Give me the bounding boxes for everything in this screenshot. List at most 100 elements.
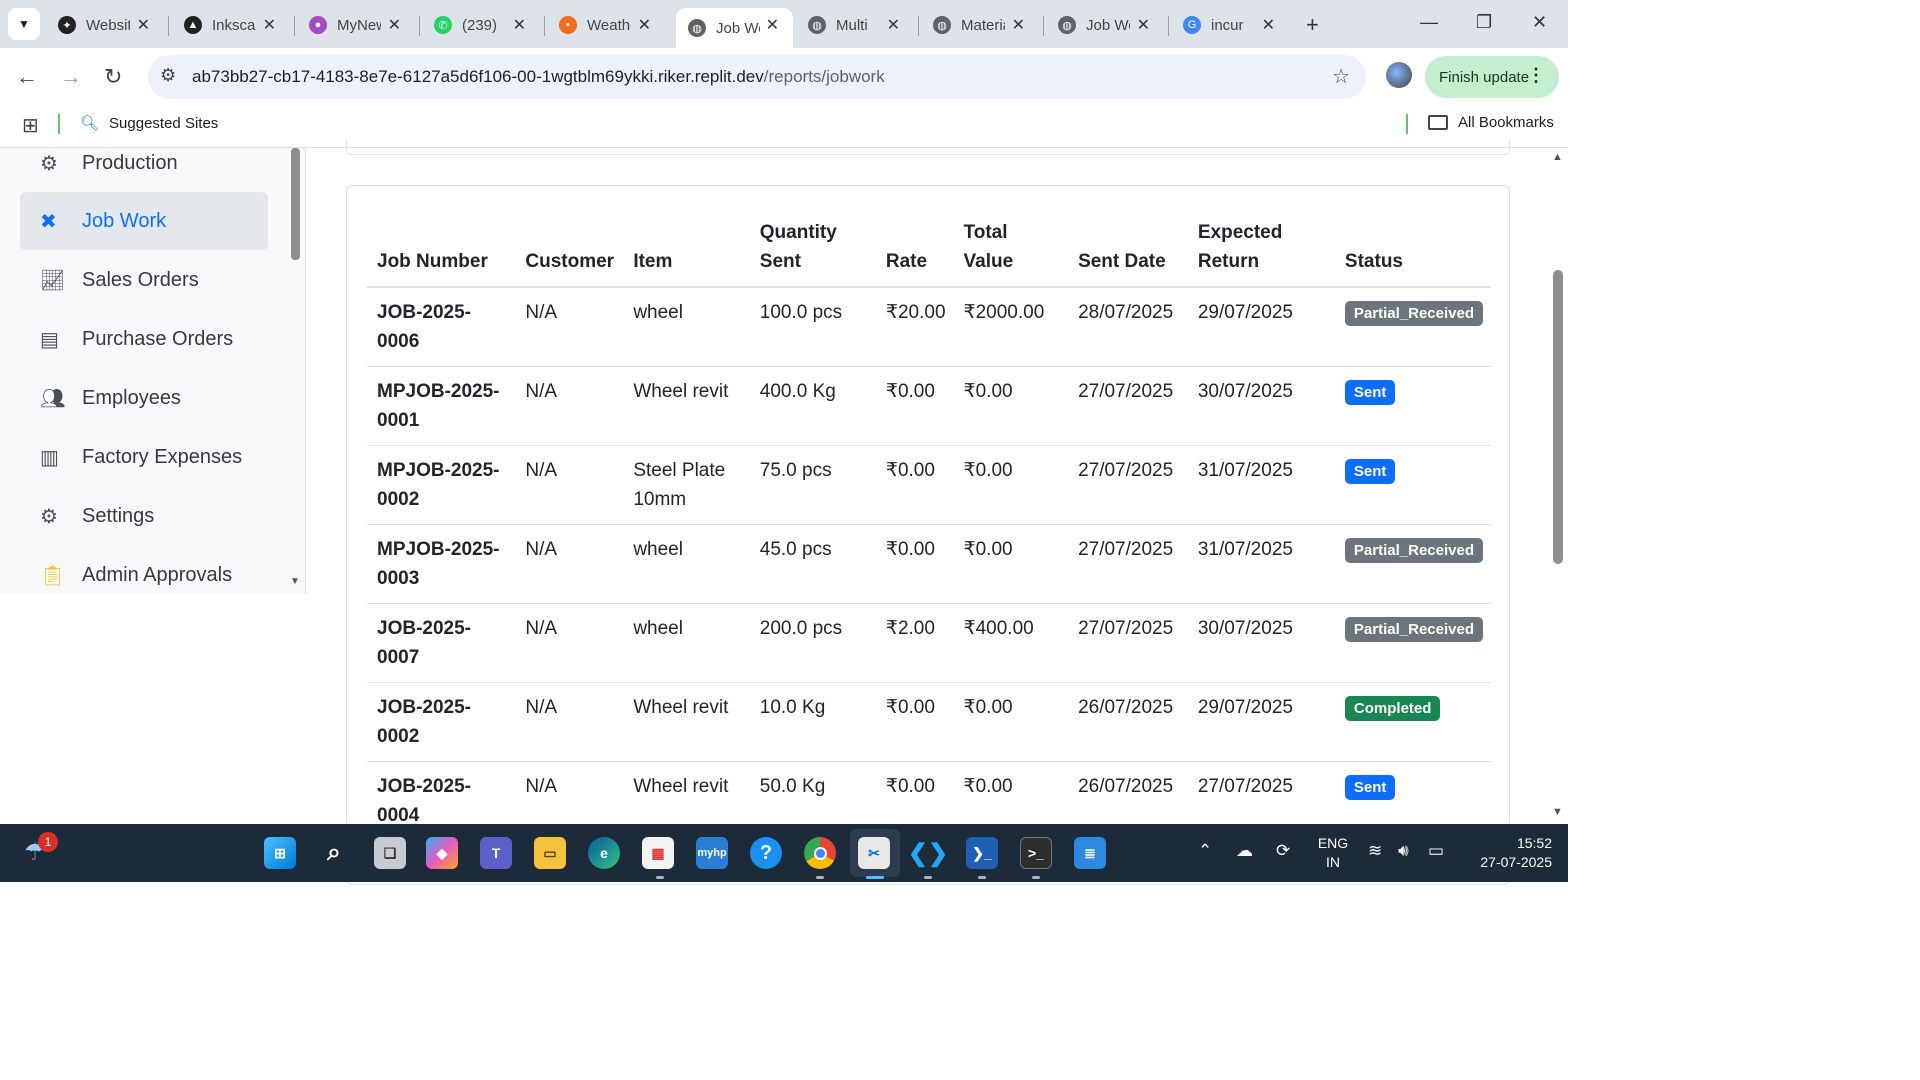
close-tab-icon[interactable]: ✕: [137, 15, 150, 35]
sidebar-item-job-work[interactable]: ✖ Job Work: [20, 192, 268, 250]
google-icon: G: [1183, 16, 1201, 34]
close-tab-icon[interactable]: ✕: [1137, 15, 1150, 35]
browser-tab[interactable]: ◍ Multi ✕: [796, 8, 914, 42]
browser-tab[interactable]: ▲ Inkscape ✕: [172, 8, 290, 42]
copilot-icon[interactable]: ◆: [426, 837, 458, 869]
back-arrow-icon[interactable]: ←: [16, 64, 38, 90]
browser-tab[interactable]: ✆ (239) ✕: [422, 8, 540, 42]
browser-tab[interactable]: ◍ Job Work ✕: [676, 8, 793, 48]
browser-tab[interactable]: ◍ Job Work ✕: [1046, 8, 1164, 42]
sidebar-item-purchase-orders[interactable]: ▤ Purchase Orders: [20, 310, 268, 368]
snipping-tool-icon[interactable]: ✂: [858, 837, 890, 869]
browser-tab[interactable]: Gincur ✕: [1171, 8, 1289, 42]
globe-icon: ◍: [808, 16, 826, 34]
sync-icon[interactable]: ⟳: [1276, 841, 1290, 861]
close-window-icon[interactable]: ✕: [1532, 12, 1547, 33]
close-tab-icon[interactable]: ✕: [766, 15, 779, 35]
sidebar-scroll-thumb[interactable]: [291, 148, 300, 260]
forward-arrow-icon[interactable]: →: [60, 64, 82, 90]
volume-icon[interactable]: 🔊︎: [1398, 841, 1409, 861]
sidebar-item-production[interactable]: ⚙ Production: [20, 148, 268, 192]
language-indicator[interactable]: ENG IN: [1314, 834, 1352, 872]
clock[interactable]: 15:52 27-07-2025: [1462, 834, 1552, 872]
chrome-icon[interactable]: [804, 837, 836, 869]
notepad-icon[interactable]: ≣: [1074, 837, 1106, 869]
restore-icon[interactable]: ❐: [1476, 12, 1492, 33]
suggested-sites-bookmark[interactable]: 🔍︎ Suggested Sites: [80, 114, 218, 133]
sent-date-cell: 27/07/2025: [1068, 603, 1188, 683]
sidebar-item-factory-expenses[interactable]: ▥ Factory Expenses: [20, 428, 268, 486]
new-tab-plus-icon[interactable]: +: [1306, 12, 1319, 38]
page-scroll-thumb[interactable]: [1553, 270, 1563, 564]
wifi-icon[interactable]: ≋: [1368, 841, 1382, 861]
table-header-row: Job Number Customer Item Quantity Sent R…: [367, 212, 1491, 288]
apps-grid-icon[interactable]: ⊞: [22, 113, 39, 138]
tab-separator: [168, 16, 169, 36]
item-cell: Wheel revit: [623, 366, 750, 446]
close-tab-icon[interactable]: ✕: [388, 15, 401, 35]
minimize-icon[interactable]: —: [1420, 12, 1438, 33]
site-info-icon[interactable]: ⚙: [160, 65, 176, 86]
tab-title: Multi: [836, 16, 868, 34]
job-number-cell: MPJOB-2025- 0001: [367, 366, 516, 446]
browser-tab[interactable]: ◍ Material ✕: [921, 8, 1039, 42]
get-help-icon[interactable]: ?: [750, 837, 782, 869]
vscode-icon[interactable]: ❮❯: [908, 837, 948, 869]
table-row: JOB-2025- 0002 N/A Wheel revit 10.0 Kg ₹0.00 ₹…: [367, 682, 1491, 762]
job-number-cell: MPJOB-2025- 0003: [367, 524, 516, 604]
sidebar-item-admin-approvals[interactable]: 📋︎ Admin Approvals: [20, 546, 268, 594]
sidebar-item-sales-orders[interactable]: 📈︎ Sales Orders: [20, 251, 268, 309]
terminal-icon[interactable]: >_: [1020, 837, 1052, 869]
address-bar[interactable]: ⚙ ab73bb27-cb17-4183-8e7e-6127a5d6f106-0…: [148, 55, 1366, 99]
sidebar-item-label: Settings: [82, 504, 155, 527]
tab-search-chevron-icon[interactable]: ▼: [8, 8, 40, 40]
task-view-icon[interactable]: ❑: [374, 837, 406, 869]
sent-date-cell: 26/07/2025: [1068, 682, 1188, 762]
microsoft-store-icon[interactable]: ▦: [642, 837, 674, 869]
edge-icon[interactable]: e: [588, 837, 620, 869]
powershell-icon[interactable]: ❯_: [966, 837, 998, 869]
scroll-up-arrow-icon[interactable]: ▲: [1552, 151, 1563, 163]
item-cell: Wheel revit: [623, 682, 750, 762]
close-tab-icon[interactable]: ✕: [513, 15, 526, 35]
sidebar-item-label: Admin Approvals: [82, 563, 233, 586]
file-invoice-icon: ▤: [40, 328, 59, 351]
search-icon[interactable]: ⌕: [318, 837, 350, 869]
header-total-value: Total Value: [953, 212, 1069, 288]
browser-tab[interactable]: ✦ Website ✕: [46, 8, 164, 42]
close-tab-icon[interactable]: ✕: [1012, 15, 1025, 35]
onedrive-cloud-icon[interactable]: ☁: [1236, 841, 1253, 861]
rate-cell: ₹20.00: [875, 287, 954, 367]
app-active-indicator: [866, 876, 884, 879]
reload-icon[interactable]: ↻: [104, 64, 122, 90]
scroll-down-arrow-icon[interactable]: ▼: [1552, 806, 1563, 818]
bookmark-star-icon[interactable]: ☆: [1332, 64, 1350, 89]
profile-avatar[interactable]: [1386, 62, 1412, 88]
finish-update-button[interactable]: Finish update ⋮: [1425, 56, 1559, 98]
status-badge: Partial_Received: [1344, 301, 1483, 326]
myhp-icon[interactable]: myhp: [696, 837, 728, 869]
clipboard-check-icon: 📋︎: [40, 564, 66, 587]
browser-tab[interactable]: ● MyNew ✕: [297, 8, 415, 42]
close-tab-icon[interactable]: ✕: [1262, 15, 1275, 35]
sidebar-item-settings[interactable]: ⚙ Settings: [20, 487, 268, 545]
close-tab-icon[interactable]: ✕: [638, 15, 651, 35]
tab-separator: [294, 16, 295, 36]
job-number-cell: JOB-2025- 0006: [367, 287, 516, 367]
all-bookmarks-button[interactable]: All Bookmarks: [1428, 114, 1554, 131]
show-hidden-icons-chevron-icon[interactable]: ⌃: [1198, 841, 1212, 861]
battery-icon[interactable]: ▭: [1428, 841, 1444, 861]
close-tab-icon[interactable]: ✕: [887, 15, 900, 35]
close-tab-icon[interactable]: ✕: [263, 15, 276, 35]
browser-tab[interactable]: ▪ Weather ✕: [547, 8, 665, 42]
sidebar-item-employees[interactable]: 👥︎ Employees: [20, 369, 268, 427]
teams-icon[interactable]: T: [480, 837, 512, 869]
file-explorer-icon[interactable]: ▭: [534, 837, 566, 869]
url-text[interactable]: ab73bb27-cb17-4183-8e7e-6127a5d6f106-00-…: [192, 67, 885, 87]
more-menu-icon[interactable]: ⋮: [1527, 65, 1545, 86]
page-scrollbar[interactable]: ▲ ▼: [1549, 148, 1568, 824]
windows-start-icon[interactable]: ⊞: [264, 837, 296, 869]
windows-taskbar: ☂ 1 ⊞ ⌕ ❑ ◆ T ▭ e ▦ myhp ? ✂ ❮❯ ❯_ >_ ≣ …: [0, 824, 1568, 882]
sidebar-scrollbar[interactable]: ▼: [290, 148, 302, 594]
scroll-down-arrow-icon[interactable]: ▼: [290, 576, 300, 587]
